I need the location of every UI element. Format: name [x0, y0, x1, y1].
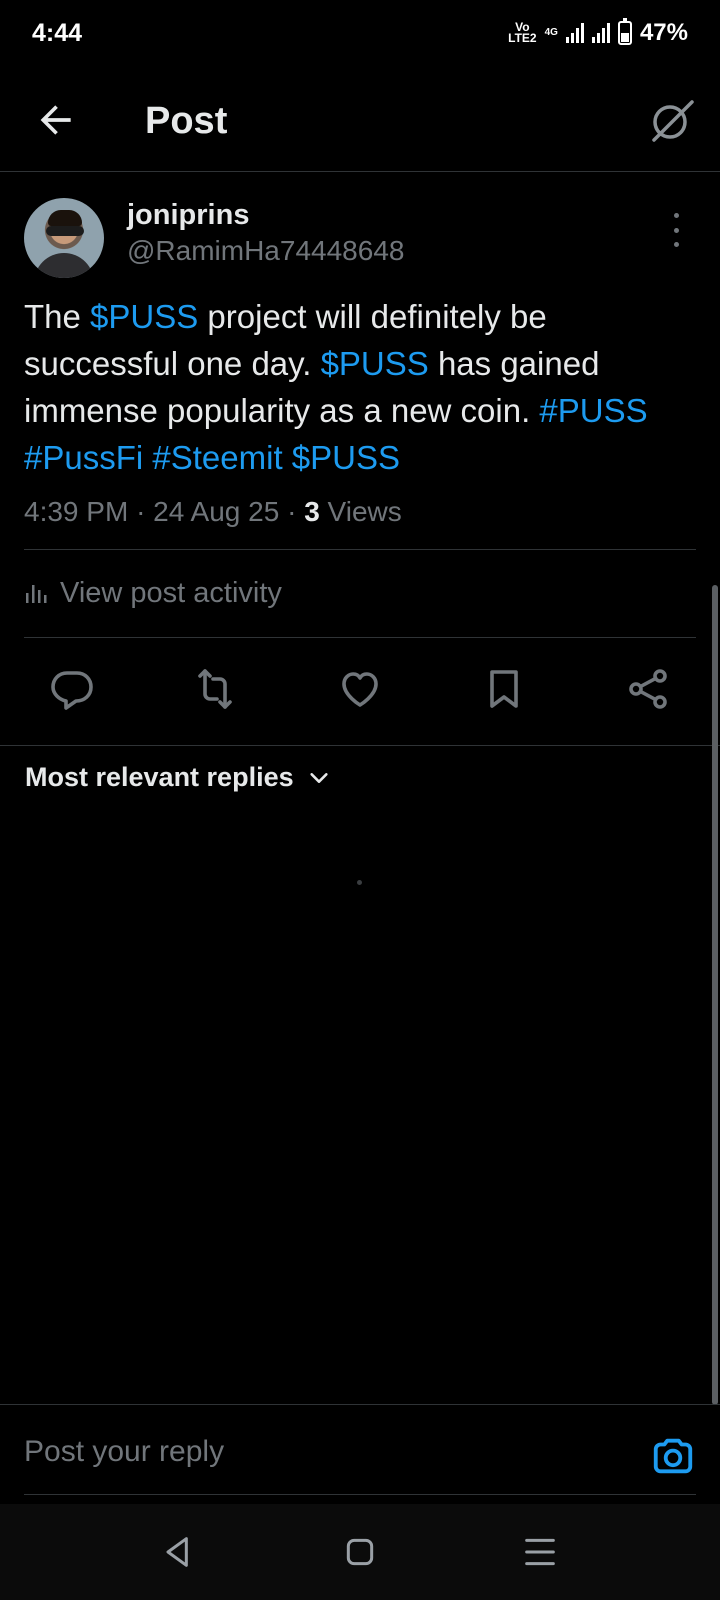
author-display-name[interactable]: joniprins — [127, 199, 249, 232]
reply-input[interactable] — [24, 1435, 614, 1469]
views-count: 3 — [304, 496, 320, 527]
nav-menu-icon[interactable] — [520, 1532, 560, 1572]
network-type-label: 4G — [544, 27, 558, 38]
like-icon[interactable] — [336, 665, 384, 713]
top-bar: Post — [0, 80, 720, 172]
divider — [24, 637, 696, 638]
post-text-segment — [143, 439, 152, 476]
post-text: The $PUSS project will definitely be suc… — [24, 293, 684, 481]
meta-separator: · — [136, 496, 146, 527]
share-icon[interactable] — [624, 665, 672, 713]
post-meta: 4:39 PM · 24 Aug 25 · 3 Views — [24, 496, 402, 528]
battery-icon — [617, 18, 632, 45]
divider — [0, 745, 720, 746]
status-bar: 4:44 Vo LTE2 4G 47% — [0, 0, 720, 66]
divider — [24, 549, 696, 550]
nav-back-icon[interactable] — [158, 1532, 198, 1572]
post-text-segment: The — [24, 298, 91, 335]
status-icons: Vo LTE2 4G 47% — [508, 18, 688, 47]
cashtag-link[interactable]: $PUSS — [292, 439, 400, 476]
volte-bottom-label: LTE2 — [508, 31, 537, 45]
back-arrow-icon[interactable] — [34, 98, 78, 142]
reply-icon[interactable] — [48, 665, 96, 713]
grok-icon[interactable] — [648, 96, 696, 144]
post-text-segment — [283, 439, 292, 476]
avatar[interactable] — [24, 198, 104, 278]
reply-composer — [0, 1404, 720, 1504]
hashtag-link[interactable]: #PUSS — [539, 392, 647, 429]
nav-home-icon[interactable] — [340, 1532, 380, 1572]
repost-icon[interactable] — [191, 665, 239, 713]
cashtag-link[interactable]: $PUSS — [321, 345, 429, 382]
chevron-down-icon — [309, 772, 328, 783]
replies-sort-dropdown[interactable]: Most relevant replies — [25, 762, 330, 793]
view-post-activity-button[interactable]: View post activity — [24, 573, 282, 613]
page-title: Post — [145, 100, 228, 142]
analytics-icon — [26, 585, 47, 603]
signal-icon-sim2 — [591, 23, 610, 43]
cashtag-link[interactable]: $PUSS — [90, 298, 198, 335]
camera-icon[interactable] — [650, 1433, 696, 1479]
more-options-icon[interactable] — [666, 213, 686, 247]
view-post-activity-label: View post activity — [60, 576, 282, 609]
author-handle[interactable]: @RamimHa74448648 — [127, 235, 404, 267]
post-date[interactable]: 24 Aug 25 — [153, 496, 279, 527]
bookmark-icon[interactable] — [480, 665, 528, 713]
hashtag-link[interactable]: #PussFi — [24, 439, 143, 476]
volte-icon: Vo LTE2 — [508, 21, 537, 45]
meta-separator: · — [287, 496, 297, 527]
scrollbar[interactable] — [712, 585, 718, 1405]
loading-indicator — [357, 880, 362, 885]
status-time: 4:44 — [32, 18, 83, 47]
replies-sort-label: Most relevant replies — [25, 762, 294, 792]
post-time[interactable]: 4:39 PM — [24, 496, 128, 527]
reply-underline — [24, 1494, 696, 1495]
hashtag-link[interactable]: #Steemit — [152, 439, 282, 476]
post-actions — [0, 651, 720, 731]
views-label: Views — [327, 496, 402, 527]
signal-icon-sim1 — [565, 23, 584, 43]
system-nav-bar — [0, 1504, 720, 1600]
battery-percent: 47% — [639, 19, 688, 46]
